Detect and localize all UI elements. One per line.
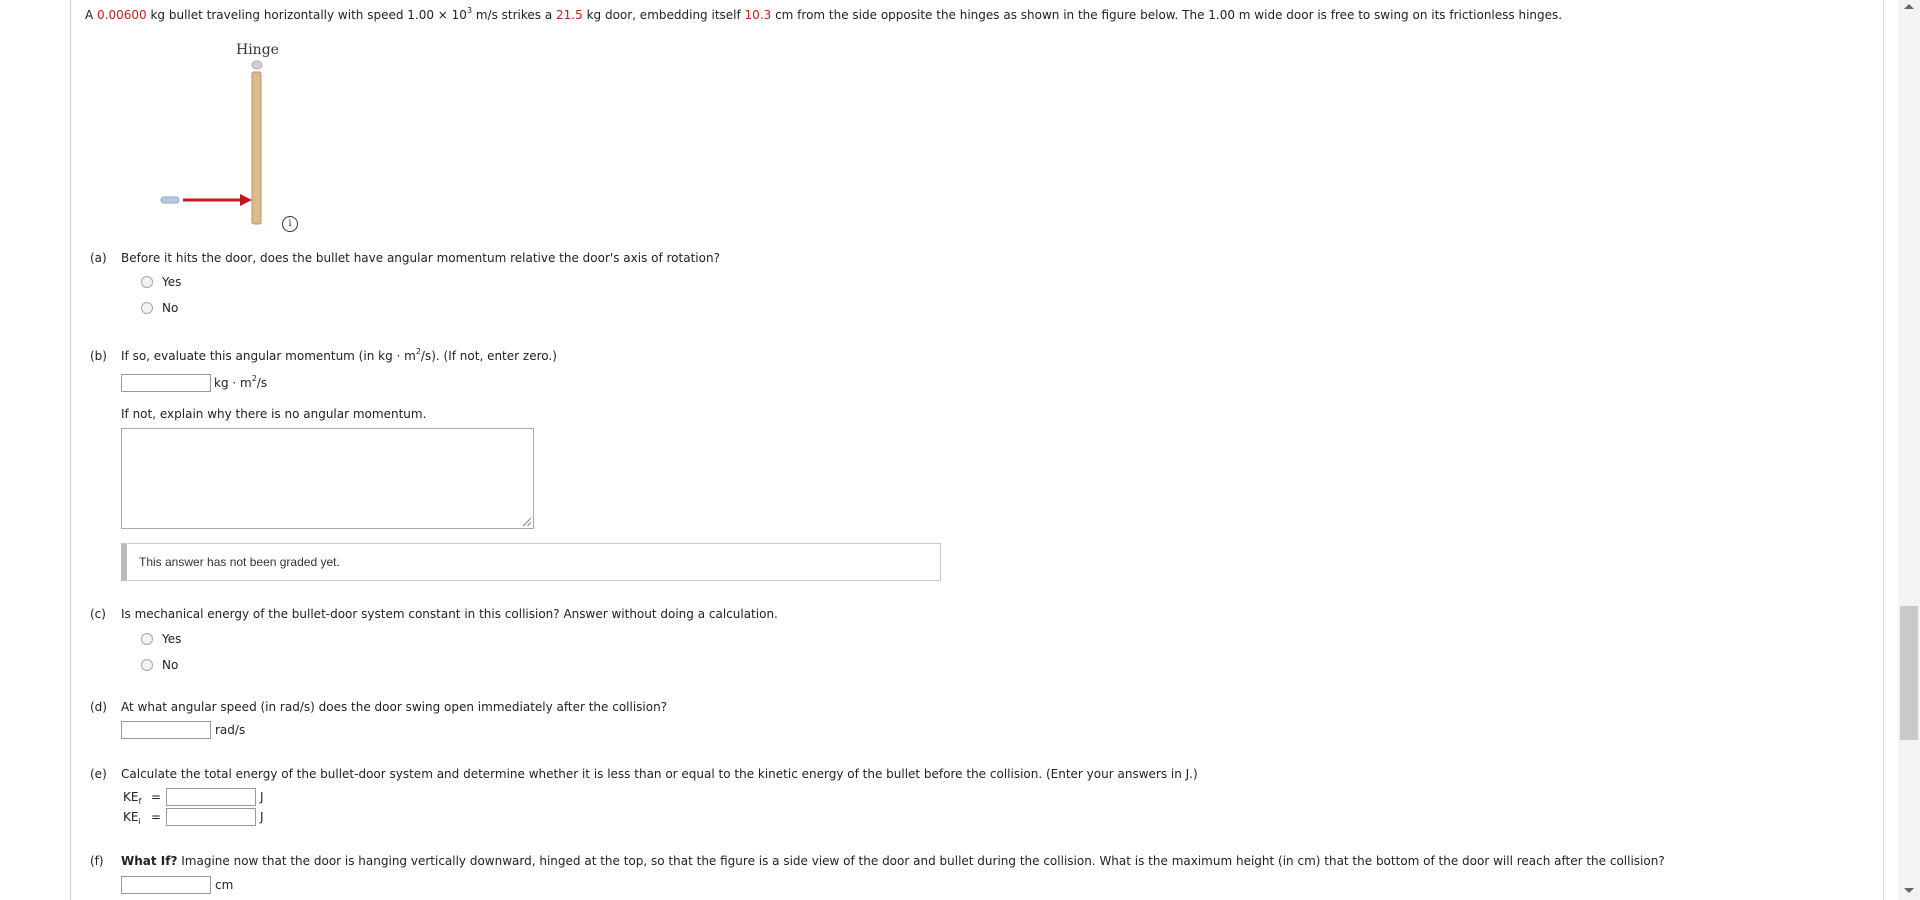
scroll-up-arrow-icon[interactable] xyxy=(1904,4,1914,9)
ke-final-label: KEf xyxy=(123,790,142,806)
door xyxy=(251,71,262,225)
problem-statement: A 0.00600 kg bullet traveling horizontal… xyxy=(85,7,1563,23)
question-text: Calculate the total energy of the bullet… xyxy=(121,767,1198,781)
radio-button[interactable] xyxy=(141,302,153,314)
equals-sign: = xyxy=(151,810,162,824)
unit-text: kg · m xyxy=(214,376,252,390)
door-bullet-figure: Hinge i xyxy=(150,38,310,238)
question-label: (b) xyxy=(90,349,107,363)
problem-text: A xyxy=(85,8,98,22)
option-a-no[interactable]: No xyxy=(141,301,178,315)
question-text: Imagine now that the door is hanging ver… xyxy=(177,854,1665,868)
question-e: (e) Calculate the total energy of the bul… xyxy=(90,767,1198,781)
bullet-mass-value: 0.00600 xyxy=(97,8,147,22)
door-mass-value: 21.5 xyxy=(556,8,583,22)
angular-momentum-input[interactable] xyxy=(121,374,211,392)
question-c: (c) Is mechanical energy of the bullet-do… xyxy=(90,607,778,621)
question-label: (f) xyxy=(90,854,104,868)
info-icon[interactable]: i xyxy=(282,216,298,232)
ke-final-input[interactable] xyxy=(166,788,256,806)
option-a-yes[interactable]: Yes xyxy=(141,275,181,289)
question-b: (b) If so, evaluate this angular momentum… xyxy=(90,348,557,364)
bullet-icon xyxy=(160,196,180,204)
explanation-textarea[interactable] xyxy=(121,428,534,529)
question-text: At what angular speed (in rad/s) does th… xyxy=(121,700,668,714)
vertical-scrollbar[interactable] xyxy=(1898,0,1920,900)
ke-initial-label: KEi xyxy=(123,810,141,826)
question-a: (a) Before it hits the door, does the bul… xyxy=(90,251,720,265)
subscript: i xyxy=(138,817,141,826)
ke-final-unit: J xyxy=(260,790,264,804)
angular-speed-unit: rad/s xyxy=(215,723,246,737)
what-if-label: What If? xyxy=(121,854,178,868)
problem-text: kg door, embedding itself xyxy=(582,8,745,22)
ke-initial-input[interactable] xyxy=(166,808,256,826)
door-diagram xyxy=(160,60,263,225)
radio-button[interactable] xyxy=(141,659,153,671)
max-height-input[interactable] xyxy=(121,876,211,894)
max-height-unit: cm xyxy=(215,878,234,892)
angular-speed-input[interactable] xyxy=(121,721,211,739)
option-label: No xyxy=(162,301,179,315)
scrollbar-thumb[interactable] xyxy=(1900,606,1918,740)
problem-text: kg bullet traveling horizontally with sp… xyxy=(146,8,467,22)
resize-handle-icon[interactable] xyxy=(523,518,531,526)
question-label: (c) xyxy=(90,607,106,621)
option-label: Yes xyxy=(162,275,182,289)
ke-initial-unit: J xyxy=(260,810,264,824)
question-f: (f) What If? Imagine now that the door is… xyxy=(90,854,1665,868)
equals-sign: = xyxy=(151,790,162,804)
option-c-yes[interactable]: Yes xyxy=(141,632,181,646)
radio-button[interactable] xyxy=(141,633,153,645)
option-label: Yes xyxy=(162,632,182,646)
content-left-border xyxy=(70,0,71,900)
question-text: If so, evaluate this angular momentum (i… xyxy=(121,349,416,363)
question-label: (a) xyxy=(90,251,107,265)
radio-button[interactable] xyxy=(141,276,153,288)
embed-distance-value: 10.3 xyxy=(744,8,772,22)
scroll-down-arrow-icon[interactable] xyxy=(1904,888,1914,893)
unit-text: /s xyxy=(256,376,268,390)
question-d: (d) At what angular speed (in rad/s) does… xyxy=(90,700,667,714)
question-label: (d) xyxy=(90,700,107,714)
ke-text: KE xyxy=(123,790,139,804)
subscript: f xyxy=(138,797,142,806)
problem-text: cm from the side opposite the hinges as … xyxy=(771,8,1563,22)
arrowhead-icon xyxy=(240,194,252,206)
explain-prompt: If not, explain why there is no angular … xyxy=(121,407,427,421)
hinge-icon xyxy=(251,60,263,70)
option-c-no[interactable]: No xyxy=(141,658,178,672)
question-text: Is mechanical energy of the bullet-door … xyxy=(121,607,778,621)
problem-text: m/s strikes a xyxy=(472,8,557,22)
question-label: (e) xyxy=(90,767,107,781)
question-text: Before it hits the door, does the bullet… xyxy=(121,251,720,265)
option-label: No xyxy=(162,658,179,672)
content-right-border xyxy=(1883,0,1884,900)
angular-momentum-unit: kg · m2/s xyxy=(214,375,268,391)
graded-status-box: This answer has not been graded yet. xyxy=(121,543,941,581)
ke-text: KE xyxy=(123,810,139,824)
question-text: /s). (If not, enter zero.) xyxy=(420,349,557,363)
